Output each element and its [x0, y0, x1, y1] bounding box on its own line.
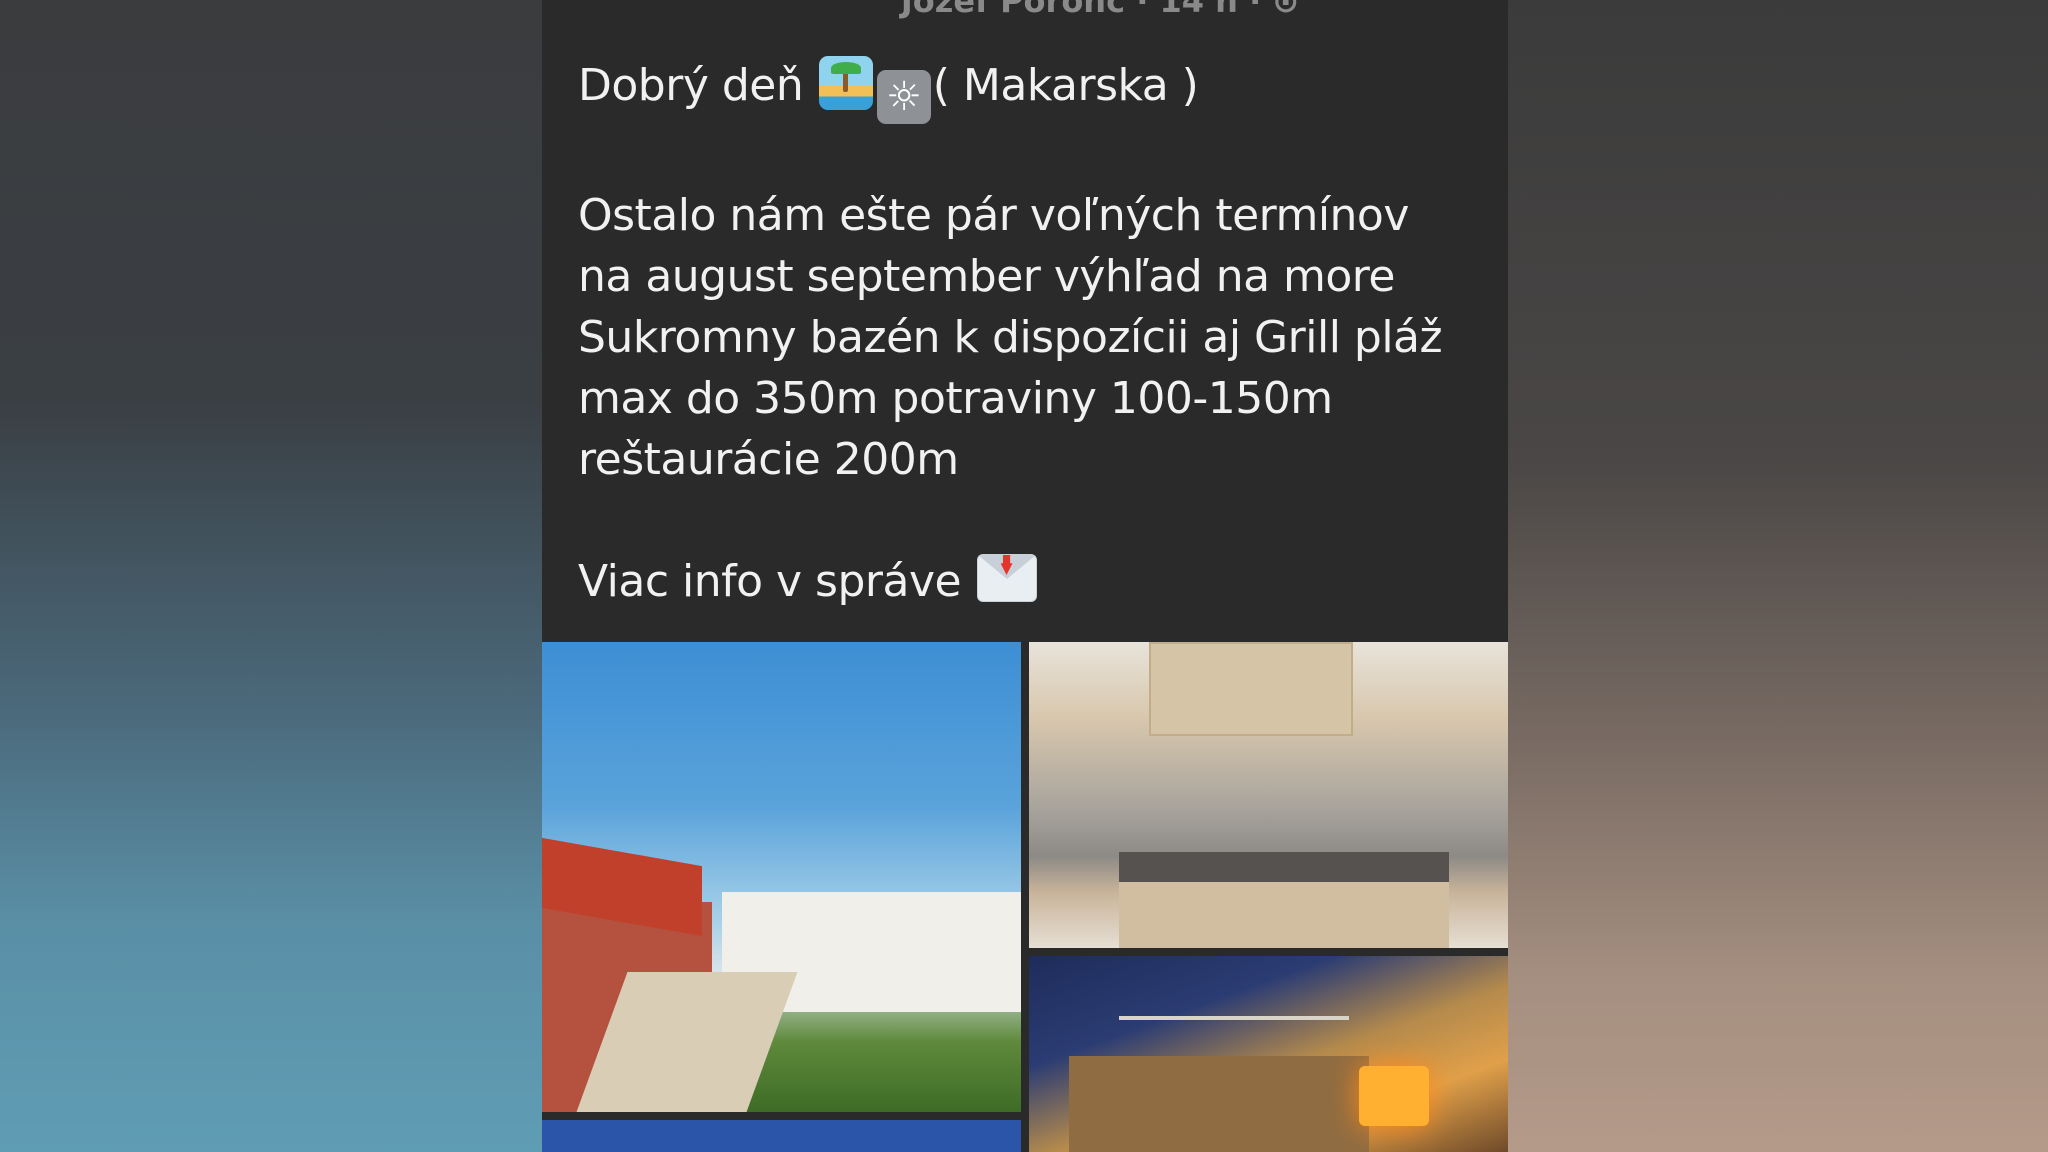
incoming-envelope-emoji-icon: [976, 554, 1037, 602]
body-line: reštaurácie 200m: [578, 434, 959, 485]
photo-lower-cabinet-shape: [1119, 882, 1449, 948]
body-line: na august september výhľad na more: [578, 251, 1396, 302]
facebook-post: Jozef Poronč · 14 h · ⊙ Dobrý deň ☼( Mak…: [542, 0, 1508, 1152]
greeting-text: Dobrý deň: [578, 60, 804, 111]
greeting-location: ( Makarska ): [932, 60, 1199, 111]
blurred-background-right: [1508, 0, 2048, 1152]
post-author-meta[interactable]: Jozef Poronč · 14 h · ⊙: [901, 0, 1299, 20]
photo-villa-exterior[interactable]: [542, 642, 1021, 1112]
photo-pool-partial[interactable]: [542, 1120, 1021, 1152]
photo-upper-cabinet-shape: [1149, 642, 1353, 736]
photo-fire-shape: [1359, 1066, 1429, 1126]
island-emoji-icon: [818, 56, 873, 110]
post-text: Dobrý deň ☼( Makarska ) Ostalo nám ešte …: [578, 55, 1478, 612]
cta-text: Viac info v správe: [578, 556, 962, 607]
cta-line: Viac info v správe: [578, 551, 1478, 612]
photo-counter-shape: [1119, 852, 1449, 882]
body-line: Ostalo nám ešte pár voľných termínov: [578, 190, 1409, 241]
post-header-cropped: Jozef Poronč · 14 h · ⊙: [542, 0, 1508, 20]
sun-emoji-icon: ☼: [876, 70, 931, 124]
photo-stone-wall-shape: [1069, 1056, 1369, 1152]
photo-grill-terrace-night[interactable]: [1029, 956, 1508, 1152]
body-line: max do 350m potraviny 100-150m: [578, 373, 1333, 424]
greeting-line: Dobrý deň ☼( Makarska ): [578, 55, 1478, 124]
body-line: Sukromny bazén k dispozícii aj Grill plá…: [578, 312, 1443, 363]
blurred-background-left: [0, 0, 542, 1152]
photo-kitchen[interactable]: [1029, 642, 1508, 948]
